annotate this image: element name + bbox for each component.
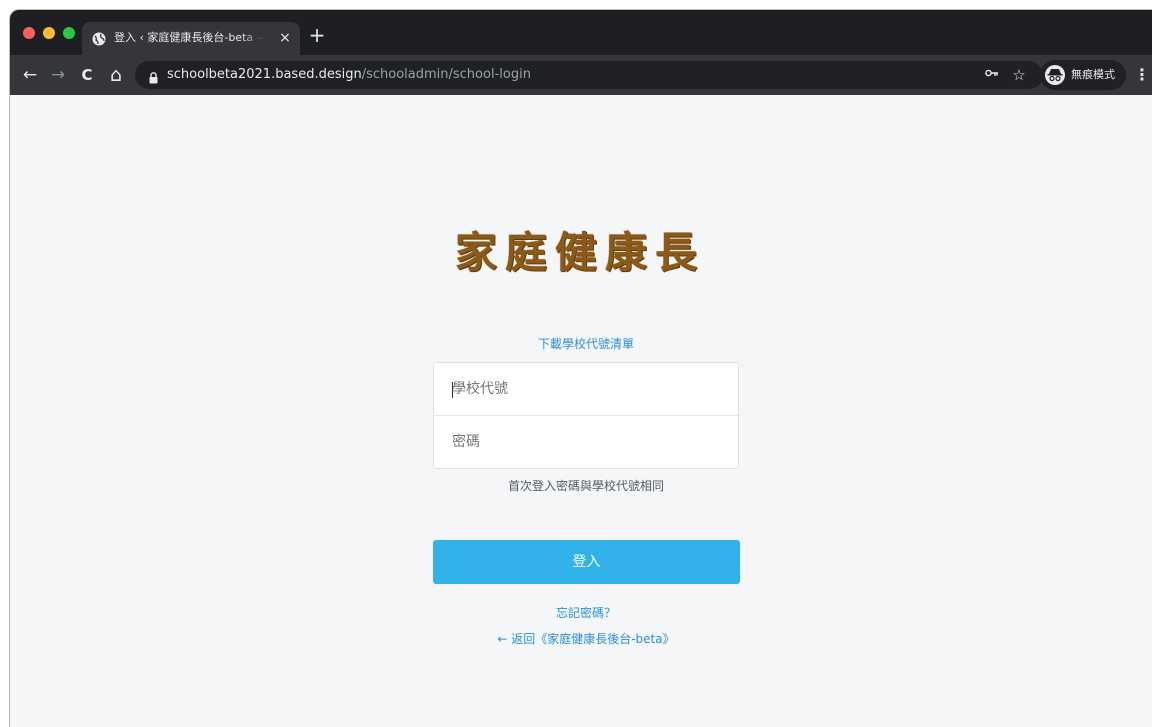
close-window-button[interactable] <box>23 27 35 39</box>
close-tab-icon[interactable]: × <box>277 30 293 46</box>
active-tab[interactable]: 登入 ‹ 家庭健康長後台-beta — W × <box>82 22 300 55</box>
back-to-admin-link[interactable]: ← 返回《家庭健康長後台-beta》 <box>433 631 739 647</box>
address-bar[interactable]: schoolbeta2021.based.design/schooladmin/… <box>135 61 1043 89</box>
key-icon[interactable] <box>983 66 1001 84</box>
login-page: 家庭健康長 下載學校代號清單 首次登入密碼與學校代號相同 登入 忘記密碼？ ← … <box>10 95 1152 727</box>
minimize-window-button[interactable] <box>43 27 55 39</box>
text-cursor <box>452 382 453 398</box>
incognito-label: 無痕模式 <box>1071 68 1115 81</box>
tab-strip: 登入 ‹ 家庭健康長後台-beta — W × + <box>10 10 1152 55</box>
lock-icon <box>149 69 158 84</box>
password-input[interactable] <box>434 416 738 469</box>
login-button[interactable]: 登入 <box>433 540 740 584</box>
menu-icon[interactable]: ⋮ <box>1134 65 1150 85</box>
forgot-password-link[interactable]: 忘記密碼？ <box>433 605 739 621</box>
login-form <box>433 362 739 469</box>
incognito-indicator[interactable]: 無痕模式 <box>1040 60 1126 90</box>
new-tab-button[interactable]: + <box>307 25 327 45</box>
home-icon[interactable]: ⌂ <box>106 65 126 85</box>
maximize-window-button[interactable] <box>63 27 75 39</box>
url-text: schoolbeta2021.based.design/schooladmin/… <box>167 67 531 83</box>
globe-icon <box>92 31 106 46</box>
first-login-hint: 首次登入密碼與學校代號相同 <box>507 479 664 493</box>
forward-arrow-icon[interactable]: → <box>48 65 68 85</box>
url-path: /schooladmin/school-login <box>361 67 531 82</box>
incognito-icon <box>1045 65 1065 85</box>
download-school-codes-link[interactable]: 下載學校代號清單 <box>433 336 739 352</box>
browser-toolbar: ← → C ⌂ schoolbeta2021.based.design/scho… <box>10 55 1152 95</box>
url-host: schoolbeta2021.based.design <box>167 67 362 82</box>
school-code-input[interactable] <box>434 363 738 416</box>
site-logo: 家庭健康長 <box>454 228 705 277</box>
star-icon[interactable]: ☆ <box>1010 66 1028 84</box>
back-arrow-icon[interactable]: ← <box>20 65 40 85</box>
tab-title: 登入 ‹ 家庭健康長後台-beta — W <box>114 31 264 44</box>
reload-icon[interactable]: C <box>77 65 97 85</box>
browser-window: 登入 ‹ 家庭健康長後台-beta — W × + ← → C ⌂ school… <box>10 10 1152 727</box>
